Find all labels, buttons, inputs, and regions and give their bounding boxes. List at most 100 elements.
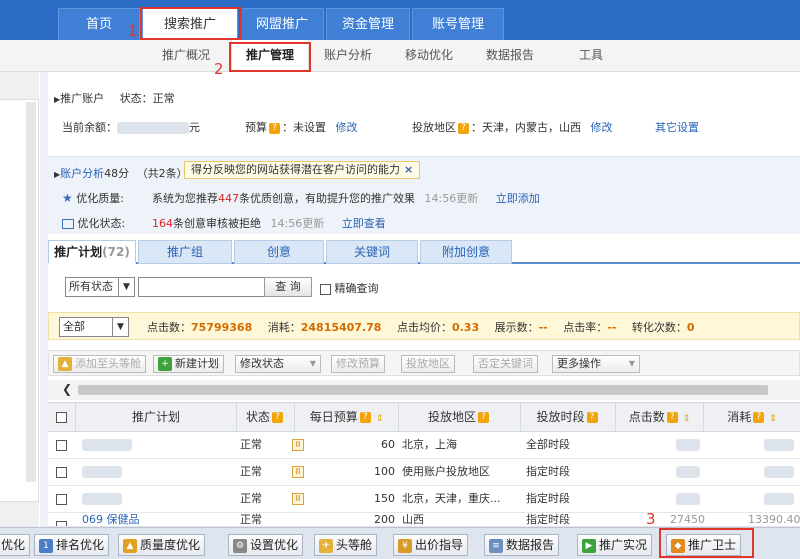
help-icon[interactable]: ? [586, 412, 598, 423]
tab-funds[interactable]: 资金管理 [326, 8, 410, 40]
subnav-account-analysis[interactable]: 账户分析 [324, 40, 372, 72]
tab-network-promotion[interactable]: 网盟推广 [240, 8, 324, 40]
help-icon[interactable]: ? [458, 122, 469, 134]
first-class-button[interactable]: ✈ 头等舱 [314, 534, 378, 556]
tab-campaigns-count: (72) [102, 245, 130, 259]
table-row[interactable]: 正常 II 150 北京，天津，重庆... 指定时段 [48, 486, 800, 513]
add-now-link[interactable]: 立即添加 [496, 192, 540, 205]
tab-keywords[interactable]: 关键词 [326, 240, 418, 264]
annotation-3: 3 [646, 510, 656, 528]
region-button[interactable]: 投放地区 [401, 355, 455, 373]
col-campaign[interactable]: 推广计划 [76, 403, 237, 433]
budget-cell[interactable]: 150 [299, 486, 395, 513]
table-row[interactable]: 正常 II 100 使用账户投放地区 指定时段 [48, 459, 800, 486]
close-icon[interactable]: × [404, 163, 413, 176]
table-row[interactable]: 069 保健品 正常 200 山西 指定时段 27450 13390.40 [48, 513, 800, 527]
negative-keywords-button[interactable]: 否定关键词 [473, 355, 538, 373]
col-status[interactable]: 状态? [237, 403, 295, 433]
other-settings-link[interactable]: 其它设置 [655, 119, 699, 135]
budget-edit-link[interactable]: 修改 [336, 121, 358, 134]
tooltip-text: 得分反映您的网站获得潜在客户访问的能力 [191, 163, 400, 176]
horizontal-scrollbar[interactable]: ❮ [48, 380, 800, 400]
budget-cell[interactable]: 60 [299, 432, 395, 459]
row-checkbox-cell[interactable] [56, 513, 67, 526]
data-report-button[interactable]: ≡ 数据报告 [484, 534, 560, 556]
optimize-button[interactable]: 优化 [0, 534, 31, 556]
tab-creatives[interactable]: 创意 [234, 240, 324, 264]
quality-optimize-button[interactable]: ▲ 质量度优化 [118, 534, 206, 556]
help-icon[interactable]: ? [753, 412, 765, 423]
campaign-name-cell[interactable] [82, 459, 232, 486]
impressions-value: -- [538, 321, 548, 334]
campaign-name-cell[interactable] [82, 486, 232, 513]
first-class-label: 头等舱 [336, 538, 373, 552]
chevron-down-icon: ▼ [309, 359, 316, 368]
row-checkbox-cell[interactable] [56, 486, 67, 513]
scrollbar-thumb[interactable] [78, 385, 768, 395]
row-checkbox-cell[interactable] [56, 459, 67, 486]
col-schedule[interactable]: 投放时段? [521, 403, 616, 433]
conversions-label: 转化次数： [631, 321, 687, 334]
left-pane-scrollbar[interactable] [26, 102, 36, 482]
col-cost[interactable]: 消耗? ⇕ [704, 403, 800, 433]
pane-gutter[interactable] [40, 72, 48, 527]
new-campaign-button[interactable]: + 新建计划 [153, 355, 224, 373]
row-checkbox[interactable] [56, 493, 67, 505]
col-daily-budget[interactable]: 每日预算? ⇕ [295, 403, 399, 433]
modify-budget-button[interactable]: 修改预算 [331, 355, 385, 373]
col-region[interactable]: 投放地区? [399, 403, 521, 433]
help-icon[interactable]: ? [478, 412, 489, 423]
select-all-checkbox[interactable] [56, 412, 67, 423]
settings-optimize-button[interactable]: ⚙ 设置优化 [228, 534, 304, 556]
chevron-left-icon[interactable]: ❮ [62, 382, 72, 396]
budget-cell[interactable]: 200 [299, 513, 395, 526]
tab-campaigns[interactable]: 推广计划(72) [48, 240, 136, 264]
status-cell: 正常 [240, 513, 262, 526]
tab-ad-groups[interactable]: 推广组 [138, 240, 232, 264]
row-checkbox[interactable] [56, 439, 67, 451]
subnav-overview[interactable]: 推广概况 [162, 40, 210, 72]
help-icon[interactable]: ? [666, 412, 678, 423]
more-actions-dropdown[interactable]: 更多操作 ▼ [552, 355, 640, 373]
sort-icon[interactable]: ⇕ [769, 414, 777, 424]
modify-status-dropdown[interactable]: 修改状态 ▼ [235, 355, 321, 373]
exact-query-option[interactable]: 精确查询 [320, 280, 379, 296]
subnav-data-report[interactable]: 数据报告 [486, 40, 534, 72]
subnav-mobile-optimize[interactable]: 移动优化 [405, 40, 453, 72]
live-view-button[interactable]: ▶ 推广实况 [577, 534, 653, 556]
conversions-value: 0 [686, 321, 695, 334]
col-clicks[interactable]: 点击数? ⇕ [616, 403, 704, 433]
region-edit-link[interactable]: 修改 [591, 121, 613, 134]
col-region-label: 投放地区 [427, 410, 476, 424]
help-icon[interactable]: ? [269, 122, 280, 134]
cost-blurred [764, 466, 794, 478]
tab-account-management[interactable]: 账号管理 [412, 8, 504, 40]
row-checkbox-cell[interactable] [56, 432, 67, 459]
left-tree-pane [0, 72, 39, 527]
date-range-select[interactable]: 全部 ▼ [59, 317, 129, 337]
status-filter-select[interactable]: 所有状态 ▼ [65, 277, 135, 297]
bid-guide-button[interactable]: ¥ 出价指导 [393, 534, 469, 556]
add-to-first-class-button[interactable]: ▲ 添加至头等舱 [53, 355, 146, 373]
table-row[interactable]: 正常 II 60 北京，上海 全部时段 [48, 432, 800, 459]
tab-extra-creatives[interactable]: 附加创意 [420, 240, 512, 264]
campaign-name-cell[interactable] [82, 432, 232, 459]
campaign-name-cell[interactable]: 069 保健品 [82, 513, 232, 526]
view-now-link[interactable]: 立即查看 [342, 217, 386, 230]
sort-icon[interactable]: ⇕ [683, 414, 691, 424]
cost-cell: 13390.40 [748, 513, 800, 526]
row-checkbox[interactable] [56, 466, 67, 478]
help-icon[interactable]: ? [272, 412, 283, 423]
subnav-tools[interactable]: 工具 [579, 40, 603, 72]
analysis-title[interactable]: 账户分析 [60, 167, 104, 180]
exact-query-checkbox[interactable] [320, 283, 331, 295]
left-pane-header [0, 72, 39, 100]
region-cell: 使用账户投放地区 [402, 465, 490, 478]
query-button[interactable]: 查 询 [264, 277, 312, 297]
sort-icon[interactable]: ⇕ [376, 414, 384, 424]
help-icon[interactable]: ? [359, 412, 371, 423]
ranking-optimize-button[interactable]: 1 排名优化 [34, 534, 110, 556]
select-all-cell[interactable] [48, 403, 76, 433]
quality-count: 447 [218, 192, 239, 205]
budget-cell[interactable]: 100 [299, 459, 395, 486]
